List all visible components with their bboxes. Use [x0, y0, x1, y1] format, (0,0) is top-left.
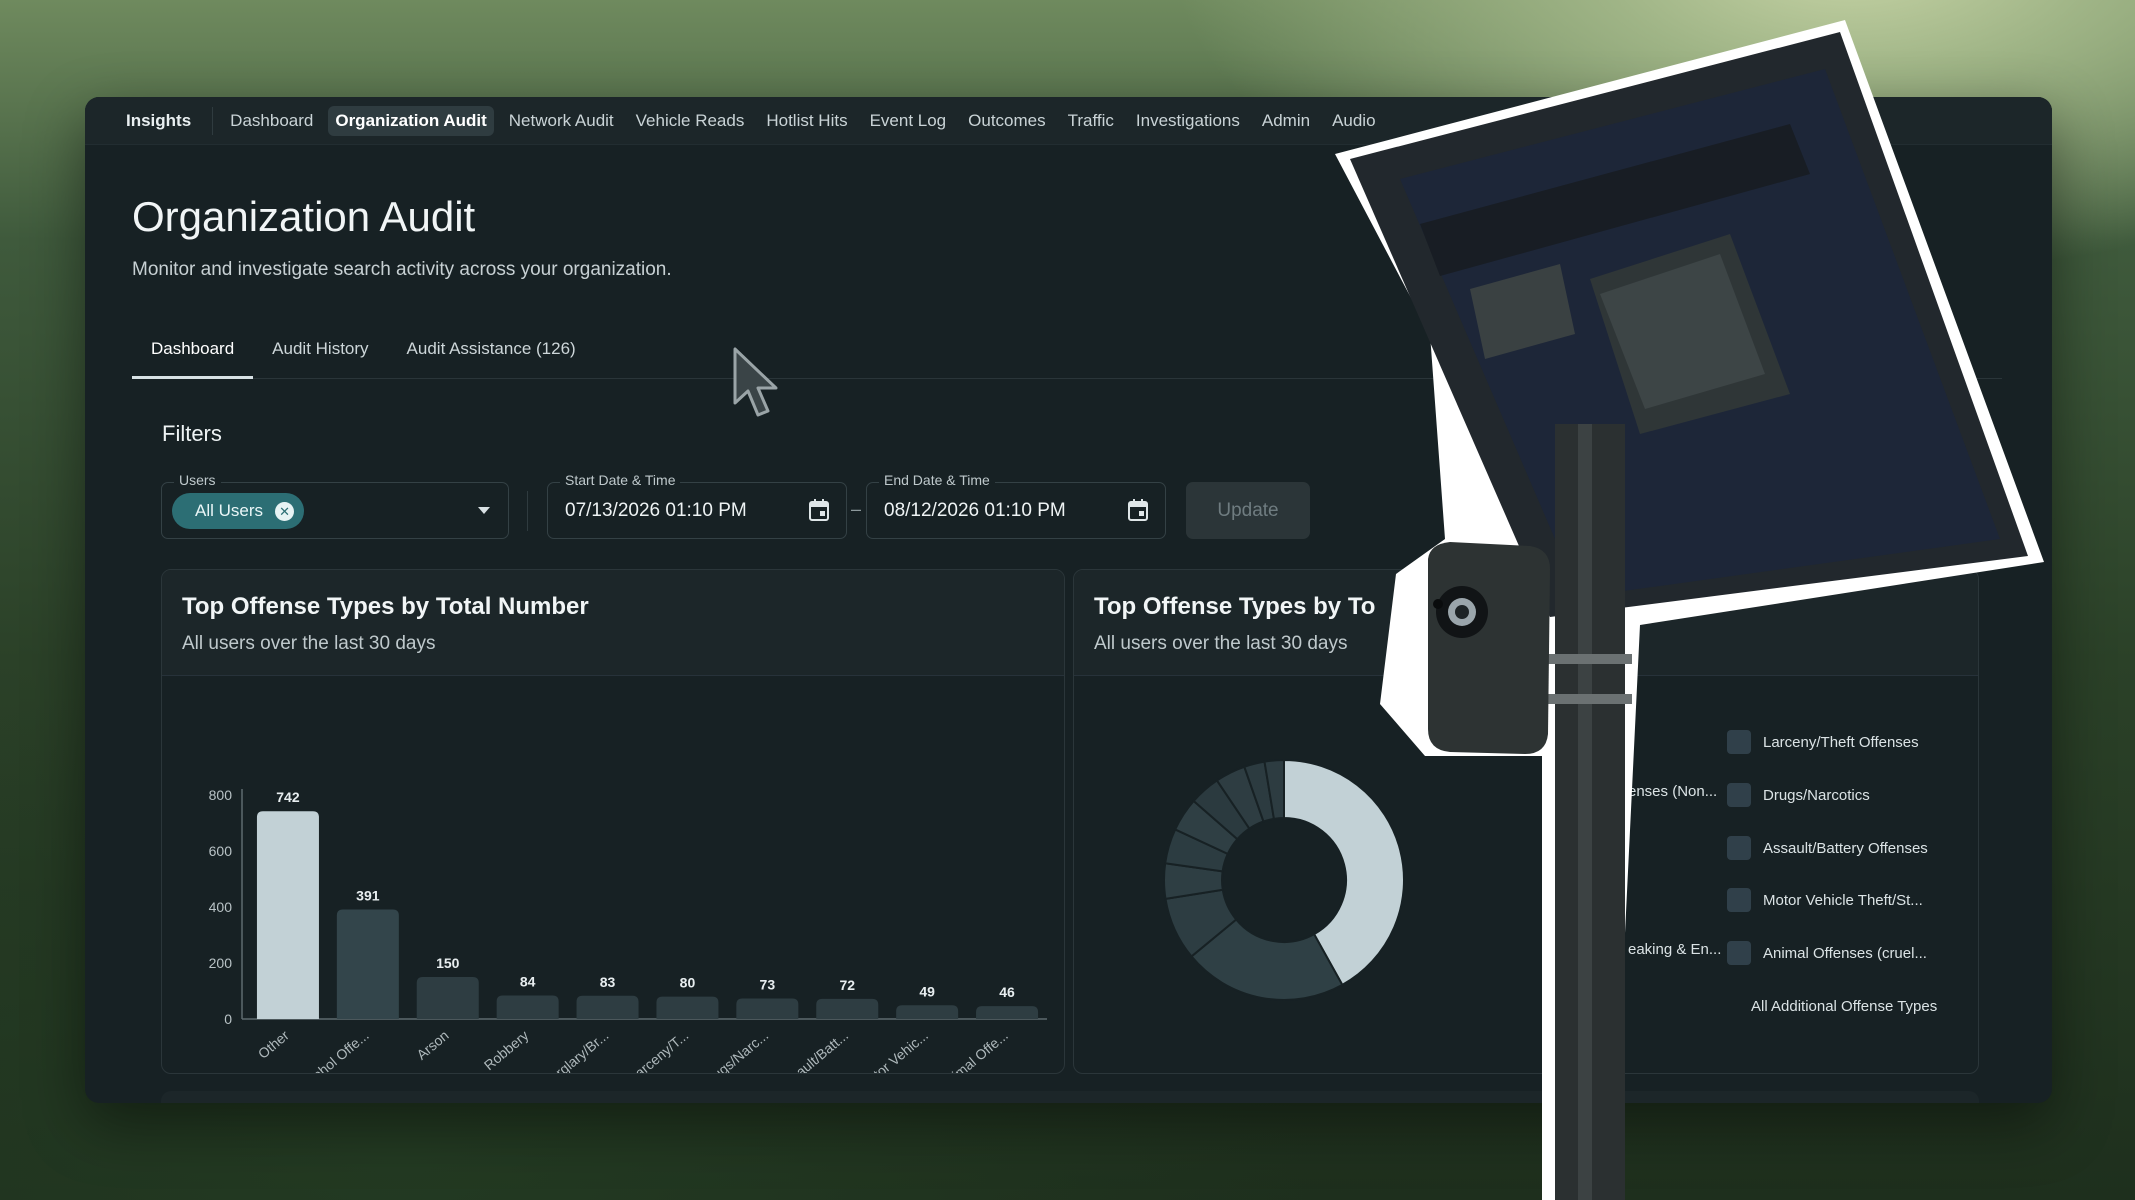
- nav-item-network-audit[interactable]: Network Audit: [502, 106, 621, 136]
- bar-card-header: Top Offense Types by Total Number All us…: [162, 570, 1064, 676]
- bar[interactable]: [816, 998, 879, 1019]
- solar-camera-photo: [1335, 20, 2044, 1200]
- bar-chart-card: Top Offense Types by Total Number All us…: [161, 569, 1065, 1074]
- bar[interactable]: [576, 995, 639, 1019]
- bar-chart: 0 200 400 600 800 742 Other 391 Alcohol Offe... 1…: [209, 787, 1047, 1074]
- bar-value-label: 83: [600, 974, 616, 990]
- bar-value-label: 84: [520, 973, 536, 989]
- bar-value-label: 72: [839, 977, 855, 993]
- tab-dashboard[interactable]: Dashboard: [132, 319, 254, 379]
- bar-value-label: 391: [356, 888, 380, 904]
- nav-item-investigations[interactable]: Investigations: [1129, 106, 1247, 136]
- nav-item-organization-audit[interactable]: Organization Audit: [328, 105, 494, 136]
- nav-item-hotlist-hits[interactable]: Hotlist Hits: [759, 106, 854, 136]
- update-button[interactable]: Update: [1186, 482, 1310, 539]
- tab-audit-assistance[interactable]: Audit Assistance (126): [388, 319, 595, 378]
- bar[interactable]: [496, 995, 559, 1019]
- bar-value-label: 742: [276, 789, 300, 805]
- end-date-label: End Date & Time: [879, 472, 995, 488]
- bar[interactable]: [736, 998, 799, 1019]
- filter-divider: [527, 491, 528, 531]
- bar[interactable]: [256, 811, 319, 1019]
- bar[interactable]: [416, 977, 479, 1019]
- range-dash: –: [851, 499, 862, 519]
- y-tick-label: 400: [209, 899, 233, 915]
- bar-card-subtitle: All users over the last 30 days: [182, 633, 436, 654]
- mouse-cursor-icon: [733, 347, 778, 417]
- users-select[interactable]: Users All Users ✕: [161, 472, 509, 539]
- start-date-field[interactable]: Start Date & Time 07/13/2026 01:10 PM: [547, 472, 847, 539]
- end-date-value: 08/12/2026 01:10 PM: [884, 500, 1066, 521]
- y-tick-label: 600: [209, 843, 233, 859]
- bar-value-label: 46: [999, 984, 1015, 1000]
- nav-brand-insights[interactable]: Insights: [119, 106, 198, 136]
- x-tick-label: Robbery: [481, 1027, 532, 1073]
- nav-item-admin[interactable]: Admin: [1255, 106, 1317, 136]
- nav-item-vehicle-reads[interactable]: Vehicle Reads: [629, 106, 752, 136]
- bar-value-label: 73: [760, 977, 776, 993]
- x-tick-label: Burglary/Br...: [539, 1027, 611, 1074]
- filters-heading: Filters: [162, 421, 222, 446]
- bar[interactable]: [656, 996, 719, 1019]
- x-tick-label: Animal Offe...: [936, 1027, 1011, 1074]
- page-subtitle: Monitor and investigate search activity …: [132, 259, 672, 280]
- bar[interactable]: [896, 1005, 959, 1019]
- nav-item-traffic[interactable]: Traffic: [1061, 106, 1121, 136]
- x-tick-label: Alcohol Offe...: [294, 1027, 371, 1074]
- bar[interactable]: [976, 1006, 1039, 1019]
- nav-separator: [212, 106, 214, 135]
- y-tick-label: 800: [209, 787, 233, 803]
- page-title: Organization Audit: [132, 193, 476, 240]
- nav-item-event-log[interactable]: Event Log: [863, 106, 954, 136]
- users-label: Users: [174, 472, 221, 488]
- tab-audit-history[interactable]: Audit History: [253, 319, 387, 378]
- x-tick-label: Drugs/Narc...: [698, 1027, 771, 1074]
- end-date-field[interactable]: End Date & Time 08/12/2026 01:10 PM: [866, 472, 1166, 539]
- bar[interactable]: [336, 909, 399, 1019]
- all-users-chip[interactable]: All Users ✕: [172, 493, 305, 529]
- chevron-down-icon[interactable]: [478, 507, 490, 514]
- x-tick-label: Motor Vehic...: [855, 1027, 931, 1074]
- start-date-label: Start Date & Time: [560, 472, 681, 488]
- bar-card-title: Top Offense Types by Total Number: [182, 593, 589, 620]
- bar-value-label: 49: [919, 983, 935, 999]
- x-tick-label: Larceny/T...: [626, 1027, 692, 1074]
- bar-value-label: 150: [436, 955, 460, 971]
- bar-value-label: 80: [680, 975, 696, 991]
- chip-close-icon[interactable]: ✕: [275, 501, 295, 521]
- calendar-icon[interactable]: [808, 498, 830, 522]
- x-tick-label: Assault/Batt...: [775, 1027, 851, 1074]
- start-date-value: 07/13/2026 01:10 PM: [565, 500, 747, 521]
- y-tick-label: 0: [224, 1011, 232, 1027]
- calendar-icon[interactable]: [1127, 498, 1149, 522]
- nav-item-dashboard[interactable]: Dashboard: [223, 106, 320, 136]
- y-tick-label: 200: [209, 955, 233, 971]
- x-tick-label: Other: [255, 1027, 292, 1062]
- nav-item-outcomes[interactable]: Outcomes: [961, 106, 1052, 136]
- chip-label: All Users: [195, 501, 264, 520]
- x-tick-label: Arson: [413, 1027, 451, 1063]
